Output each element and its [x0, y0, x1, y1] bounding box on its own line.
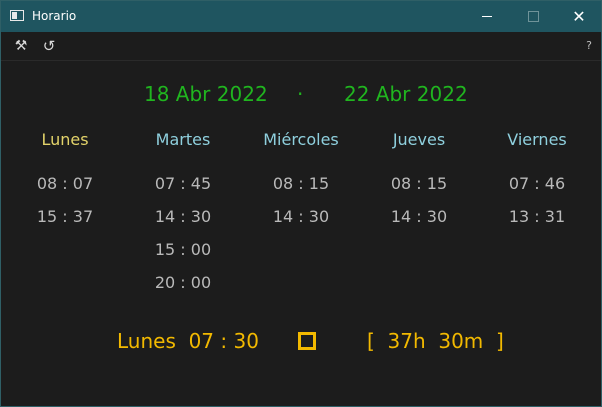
toolbar: ⚒ ↺ ? [1, 32, 601, 61]
day-column: Lunes 08 : 07 15 : 37 [15, 129, 115, 226]
range-start-date: 18 Abr 2022 [144, 82, 268, 106]
time-entry: 14 : 30 [154, 207, 212, 226]
time-entry: 08 : 15 [390, 174, 448, 193]
time-list: 07 : 45 14 : 30 15 : 00 20 : 00 [133, 174, 233, 306]
app-icon [10, 10, 24, 21]
time-entry: 08 : 07 [36, 174, 94, 193]
close-icon: ✕ [572, 7, 586, 26]
day-name: Martes [155, 130, 211, 149]
day-column: Miércoles 08 : 15 14 : 30 [251, 129, 351, 226]
time-entry: 13 : 31 [508, 207, 566, 226]
time-entry: 14 : 30 [390, 207, 448, 226]
day-name: Viernes [507, 130, 567, 149]
close-button[interactable]: ✕ [556, 1, 602, 32]
time-entry: 20 : 00 [154, 273, 212, 292]
time-entry: 15 : 37 [36, 207, 94, 226]
day-name: Lunes [41, 130, 89, 149]
minimize-icon [482, 16, 492, 17]
help-icon[interactable]: ? [580, 37, 598, 55]
next-session: Lunes 07 : 30 [117, 329, 259, 353]
day-column: Jueves 08 : 15 14 : 30 [369, 129, 469, 226]
day-name: Jueves [392, 130, 446, 149]
title-bar[interactable]: Horario ✕ [1, 1, 601, 32]
remaining-time: [ 37h 30m ] [367, 329, 504, 353]
focus-icon[interactable] [298, 332, 316, 350]
day-name: Miércoles [263, 130, 339, 149]
maximize-icon [528, 11, 539, 22]
tools-icon[interactable]: ⚒ [12, 37, 30, 55]
minimize-button[interactable] [464, 1, 510, 32]
time-list: 07 : 46 13 : 31 [487, 174, 587, 240]
maximize-button[interactable] [510, 1, 556, 32]
time-list: 08 : 15 14 : 30 [251, 174, 351, 240]
time-entry: 14 : 30 [272, 207, 330, 226]
range-separator: · [297, 82, 304, 106]
refresh-icon[interactable]: ↺ [40, 37, 58, 55]
day-column: Martes 07 : 45 14 : 30 15 : 00 20 : 00 [133, 129, 233, 292]
time-entry: 07 : 46 [508, 174, 566, 193]
time-list: 08 : 15 14 : 30 [369, 174, 469, 240]
window-title: Horario [32, 9, 77, 23]
app-window: Horario ✕ ⚒ ↺ ? 18 Abr 2022 · 22 Abr 202… [0, 0, 602, 407]
range-end-date: 22 Abr 2022 [344, 82, 468, 106]
time-entry: 08 : 15 [272, 174, 330, 193]
day-column: Viernes 07 : 46 13 : 31 [487, 129, 587, 226]
time-entry: 07 : 45 [154, 174, 212, 193]
time-entry: 15 : 00 [154, 240, 212, 259]
time-list: 08 : 07 15 : 37 [15, 174, 115, 240]
